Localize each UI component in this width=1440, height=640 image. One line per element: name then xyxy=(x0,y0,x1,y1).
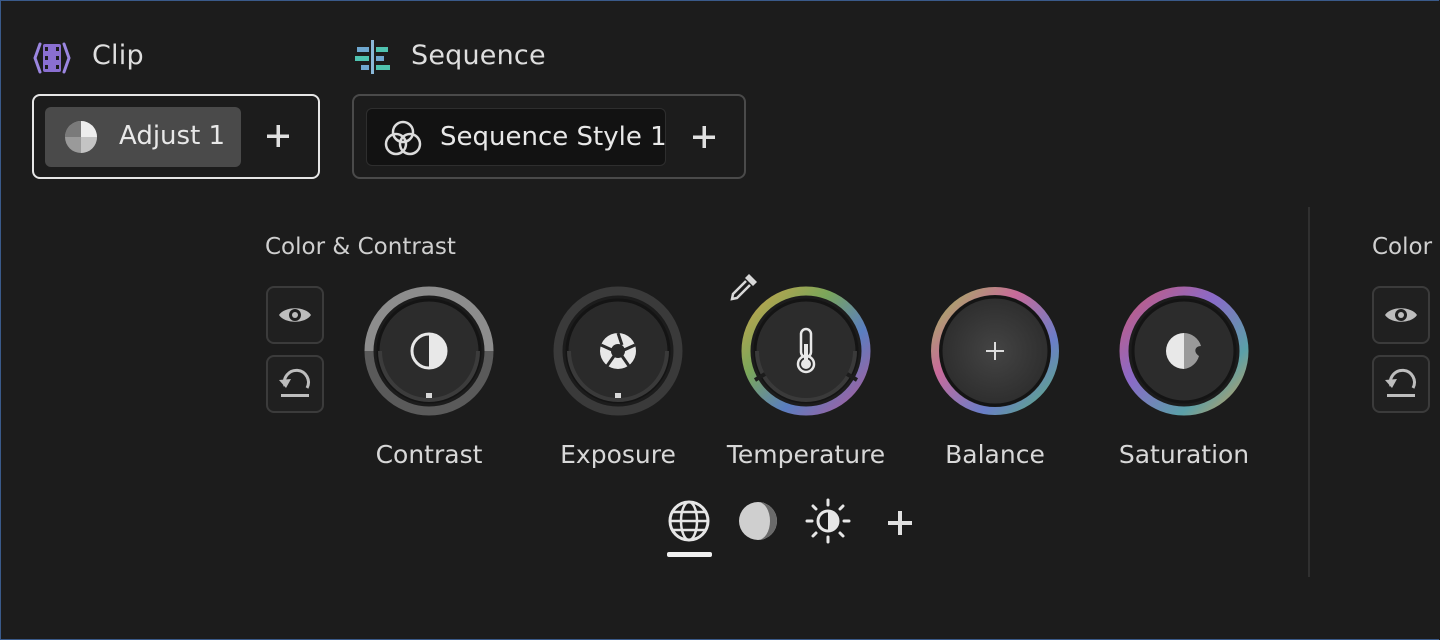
half-moon-icon xyxy=(739,502,777,540)
sequence-style-label: Sequence Style 1 xyxy=(440,122,667,152)
add-icon xyxy=(888,511,912,535)
tab-shadows[interactable] xyxy=(734,497,782,545)
add-icon xyxy=(693,126,715,148)
reset-button[interactable] xyxy=(266,355,324,413)
tab-highlights[interactable] xyxy=(804,497,852,545)
add-icon xyxy=(267,125,289,147)
section-title: Color & Contrast xyxy=(265,234,456,260)
sequence-icon xyxy=(355,40,390,74)
temperature-dial[interactable] xyxy=(739,284,873,418)
add-clip-effect-button[interactable] xyxy=(256,114,300,158)
clip-effect-group: Adjust 1 xyxy=(32,94,320,179)
sequence-effect-group: Sequence Style 1 xyxy=(352,94,746,179)
saturation-label: Saturation xyxy=(1118,440,1250,469)
eye-icon xyxy=(1385,308,1417,322)
eye-icon xyxy=(279,308,311,322)
exposure-dial[interactable] xyxy=(551,284,685,418)
adjust-icon xyxy=(65,121,97,153)
globe-icon xyxy=(668,500,710,542)
right-reset-button[interactable] xyxy=(1372,355,1430,413)
balance-label: Balance xyxy=(945,440,1045,469)
visibility-toggle-button[interactable] xyxy=(266,286,324,344)
contrast-dial[interactable] xyxy=(362,284,496,418)
sequence-style-chip[interactable]: Sequence Style 1 xyxy=(366,108,667,166)
reset-icon xyxy=(279,368,310,397)
tab-add[interactable] xyxy=(876,499,924,547)
section-divider xyxy=(1308,207,1310,577)
exposure-label: Exposure xyxy=(560,440,676,469)
color-circles-icon xyxy=(384,120,422,156)
tab-global[interactable] xyxy=(665,497,713,545)
balance-dial[interactable] xyxy=(928,284,1062,418)
sequence-heading: Sequence xyxy=(411,40,546,71)
selected-tab-indicator xyxy=(667,552,712,557)
sun-icon xyxy=(805,498,851,544)
right-section-title: Color S xyxy=(1372,234,1440,260)
right-visibility-toggle-button[interactable] xyxy=(1372,286,1430,344)
adjust-chip-label: Adjust 1 xyxy=(119,121,226,151)
reset-icon xyxy=(1385,368,1416,397)
clip-icon xyxy=(33,42,71,74)
saturation-dial[interactable] xyxy=(1117,284,1251,418)
clip-heading: Clip xyxy=(92,40,144,71)
add-sequence-effect-button[interactable] xyxy=(682,115,726,159)
aperture-icon xyxy=(600,332,636,369)
adjust-chip[interactable]: Adjust 1 xyxy=(45,107,241,167)
contrast-label: Contrast xyxy=(375,440,483,469)
temperature-label: Temperature xyxy=(726,440,886,469)
